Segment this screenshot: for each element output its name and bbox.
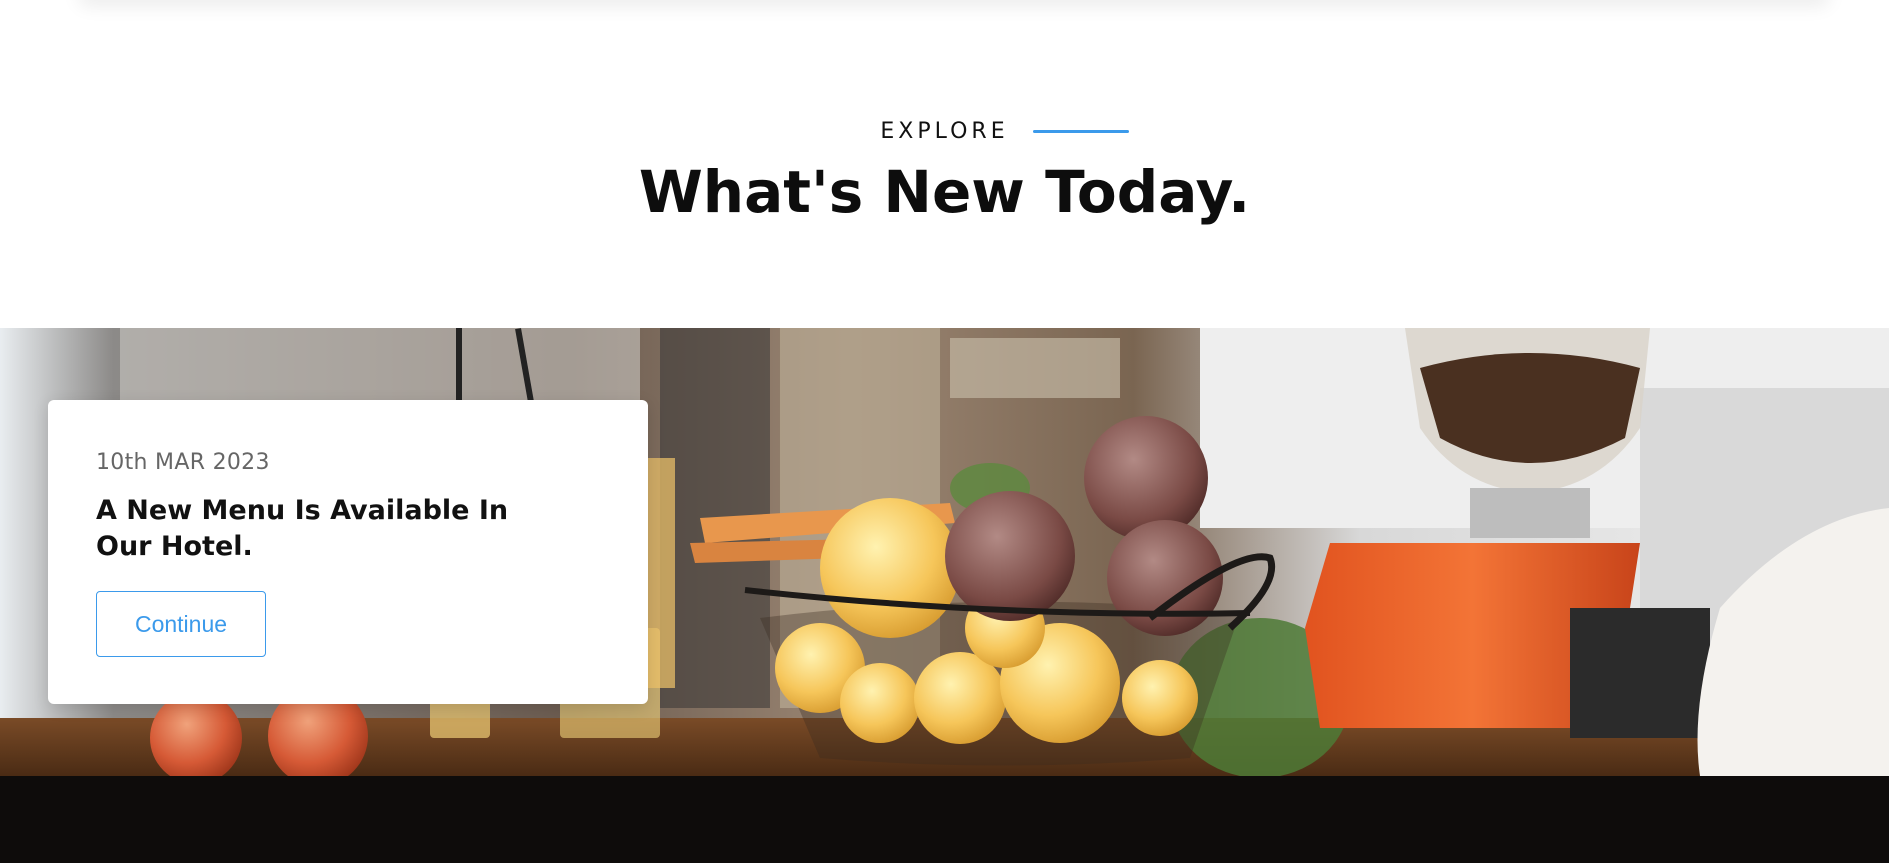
eyebrow-label: EXPLORE (880, 118, 1009, 144)
news-date: 10th MAR 2023 (96, 450, 270, 475)
footer-section (0, 776, 1889, 863)
continue-button[interactable]: Continue (96, 591, 266, 657)
section-eyebrow: EXPLORE (0, 116, 1889, 146)
news-title[interactable]: A New Menu Is Available In Our Hotel. (96, 493, 566, 565)
eyebrow-accent-line (1032, 129, 1129, 133)
news-card: 10th MAR 2023 A New Menu Is Available In… (48, 400, 648, 704)
section-title: What's New Today. (638, 158, 1251, 226)
